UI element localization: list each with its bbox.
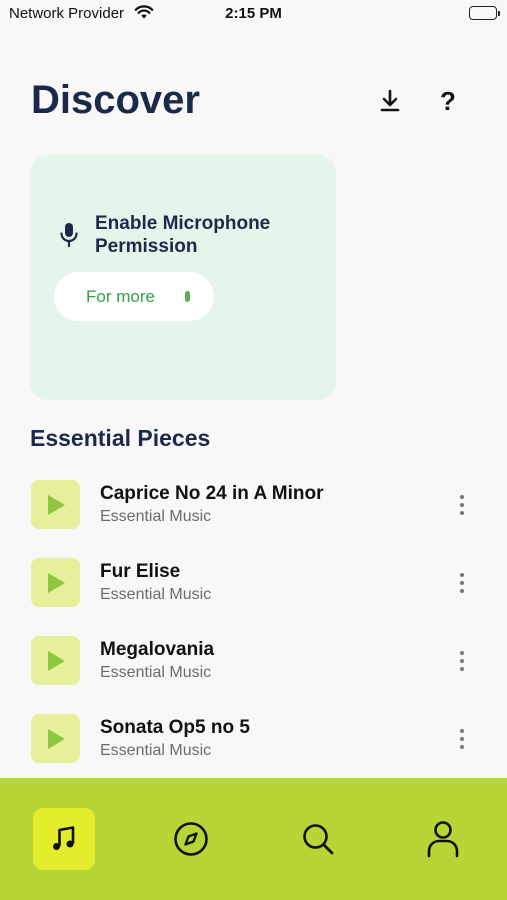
tab-music[interactable]	[33, 808, 95, 870]
mic-permission-card: Enable Microphone Permission For more	[30, 155, 336, 400]
list-item[interactable]: Megalovania Essential Music	[0, 636, 507, 698]
play-button[interactable]	[31, 558, 80, 607]
play-button[interactable]	[31, 714, 80, 763]
track-subtitle: Essential Music	[100, 664, 212, 681]
microphone-icon	[58, 221, 80, 254]
track-title: Sonata Op5 no 5	[100, 717, 250, 738]
tab-search[interactable]	[287, 808, 349, 870]
play-button[interactable]	[31, 480, 80, 529]
download-button[interactable]	[375, 86, 405, 116]
clock: 2:15 PM	[225, 5, 282, 22]
more-options-icon[interactable]	[450, 644, 474, 678]
download-icon	[380, 89, 400, 112]
list-item[interactable]: Fur Elise Essential Music	[0, 558, 507, 620]
status-bar: Network Provider 2:15 PM	[0, 0, 507, 30]
page-title: Discover	[31, 78, 200, 122]
tab-bar	[0, 778, 507, 900]
tab-profile[interactable]	[412, 808, 474, 870]
track-title: Fur Elise	[100, 561, 181, 582]
track-subtitle: Essential Music	[100, 508, 212, 525]
play-icon	[47, 572, 65, 593]
battery-icon	[469, 6, 500, 20]
more-options-icon[interactable]	[450, 722, 474, 756]
track-subtitle: Essential Music	[100, 586, 212, 603]
for-more-label: For more	[86, 286, 155, 306]
music-note-icon	[53, 826, 75, 850]
more-options-icon[interactable]	[450, 488, 474, 522]
play-button[interactable]	[31, 636, 80, 685]
list-item[interactable]: Sonata Op5 no 5 Essential Music	[0, 714, 507, 776]
indicator-dot	[185, 291, 190, 302]
track-title: Caprice No 24 in A Minor	[100, 483, 324, 504]
track-title: Megalovania	[100, 639, 215, 660]
list-item[interactable]: Caprice No 24 in A Minor Essential Music	[0, 480, 507, 542]
section-title: Essential Pieces	[30, 425, 211, 451]
tab-explore[interactable]	[160, 808, 222, 870]
compass-icon	[174, 822, 208, 856]
search-icon	[303, 824, 334, 855]
more-options-icon[interactable]	[450, 566, 474, 600]
for-more-button[interactable]: For more	[54, 272, 214, 321]
track-subtitle: Essential Music	[100, 742, 212, 759]
play-icon	[47, 728, 65, 749]
play-icon	[47, 494, 65, 515]
help-button[interactable]: ?	[433, 84, 463, 118]
mic-permission-text: Enable Microphone Permission	[95, 213, 271, 257]
profile-icon	[427, 821, 459, 858]
play-icon	[47, 650, 65, 671]
